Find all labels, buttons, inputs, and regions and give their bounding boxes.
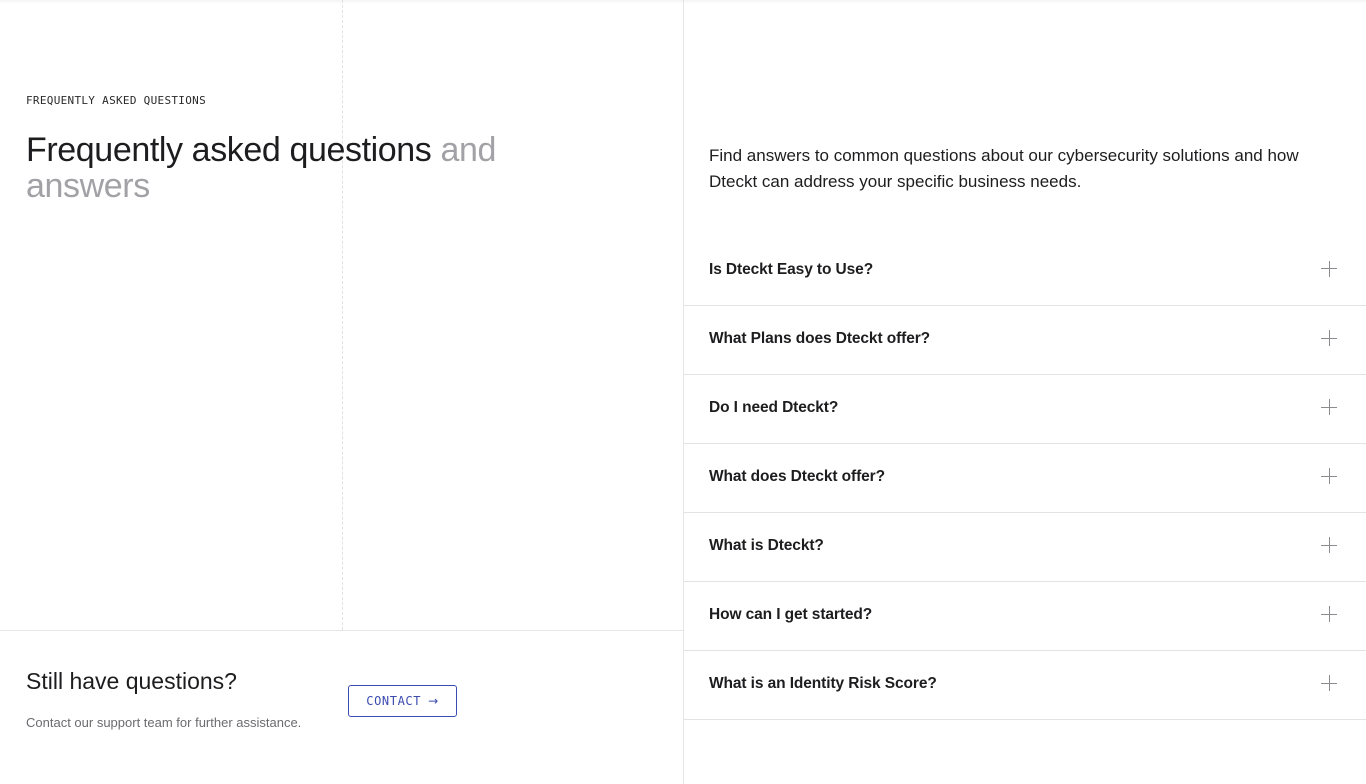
faq-question: What Plans does Dteckt offer? — [709, 330, 931, 347]
column-guide — [342, 0, 343, 630]
faq-item[interactable]: What Plans does Dteckt offer? — [684, 306, 1366, 375]
cta-subtitle: Contact our support team for further ass… — [26, 715, 302, 730]
contact-button[interactable]: CONTACT → — [348, 685, 457, 717]
cta-divider — [0, 630, 683, 631]
faq-list: Is Dteckt Easy to Use? What Plans does D… — [684, 236, 1366, 720]
plus-icon[interactable] — [1321, 537, 1337, 553]
plus-icon[interactable] — [1321, 606, 1337, 622]
cta-title: Still have questions? — [26, 668, 237, 694]
faq-question: What does Dteckt offer? — [709, 468, 885, 485]
plus-icon[interactable] — [1321, 399, 1337, 415]
faq-item[interactable]: What does Dteckt offer? — [684, 444, 1366, 513]
faq-page: FREQUENTLY ASKED QUESTIONS Frequently as… — [0, 0, 1366, 784]
section-eyebrow: FREQUENTLY ASKED QUESTIONS — [26, 94, 206, 107]
faq-item[interactable]: Is Dteckt Easy to Use? — [684, 236, 1366, 306]
faq-intro: Find answers to common questions about o… — [709, 146, 1299, 191]
faq-question: Is Dteckt Easy to Use? — [709, 260, 874, 278]
arrow-right-icon: → — [428, 694, 439, 708]
faq-item[interactable]: What is an Identity Risk Score? — [684, 651, 1366, 720]
plus-icon[interactable] — [1321, 260, 1337, 277]
faq-question: What is an Identity Risk Score? — [709, 675, 937, 692]
plus-icon[interactable] — [1321, 330, 1337, 346]
faq-item[interactable]: Do I need Dteckt? — [684, 375, 1366, 444]
page-title-main: Frequently asked questions — [26, 131, 432, 169]
page-title: Frequently asked questions and answers — [26, 132, 506, 204]
faq-question: Do I need Dteckt? — [709, 399, 839, 416]
plus-icon[interactable] — [1321, 675, 1337, 691]
faq-item[interactable]: How can I get started? — [684, 582, 1366, 651]
faq-item[interactable]: What is Dteckt? — [684, 513, 1366, 582]
plus-icon[interactable] — [1321, 468, 1337, 484]
faq-question: What is Dteckt? — [709, 537, 824, 554]
faq-question: How can I get started? — [709, 606, 873, 623]
contact-button-label: CONTACT — [366, 694, 422, 708]
